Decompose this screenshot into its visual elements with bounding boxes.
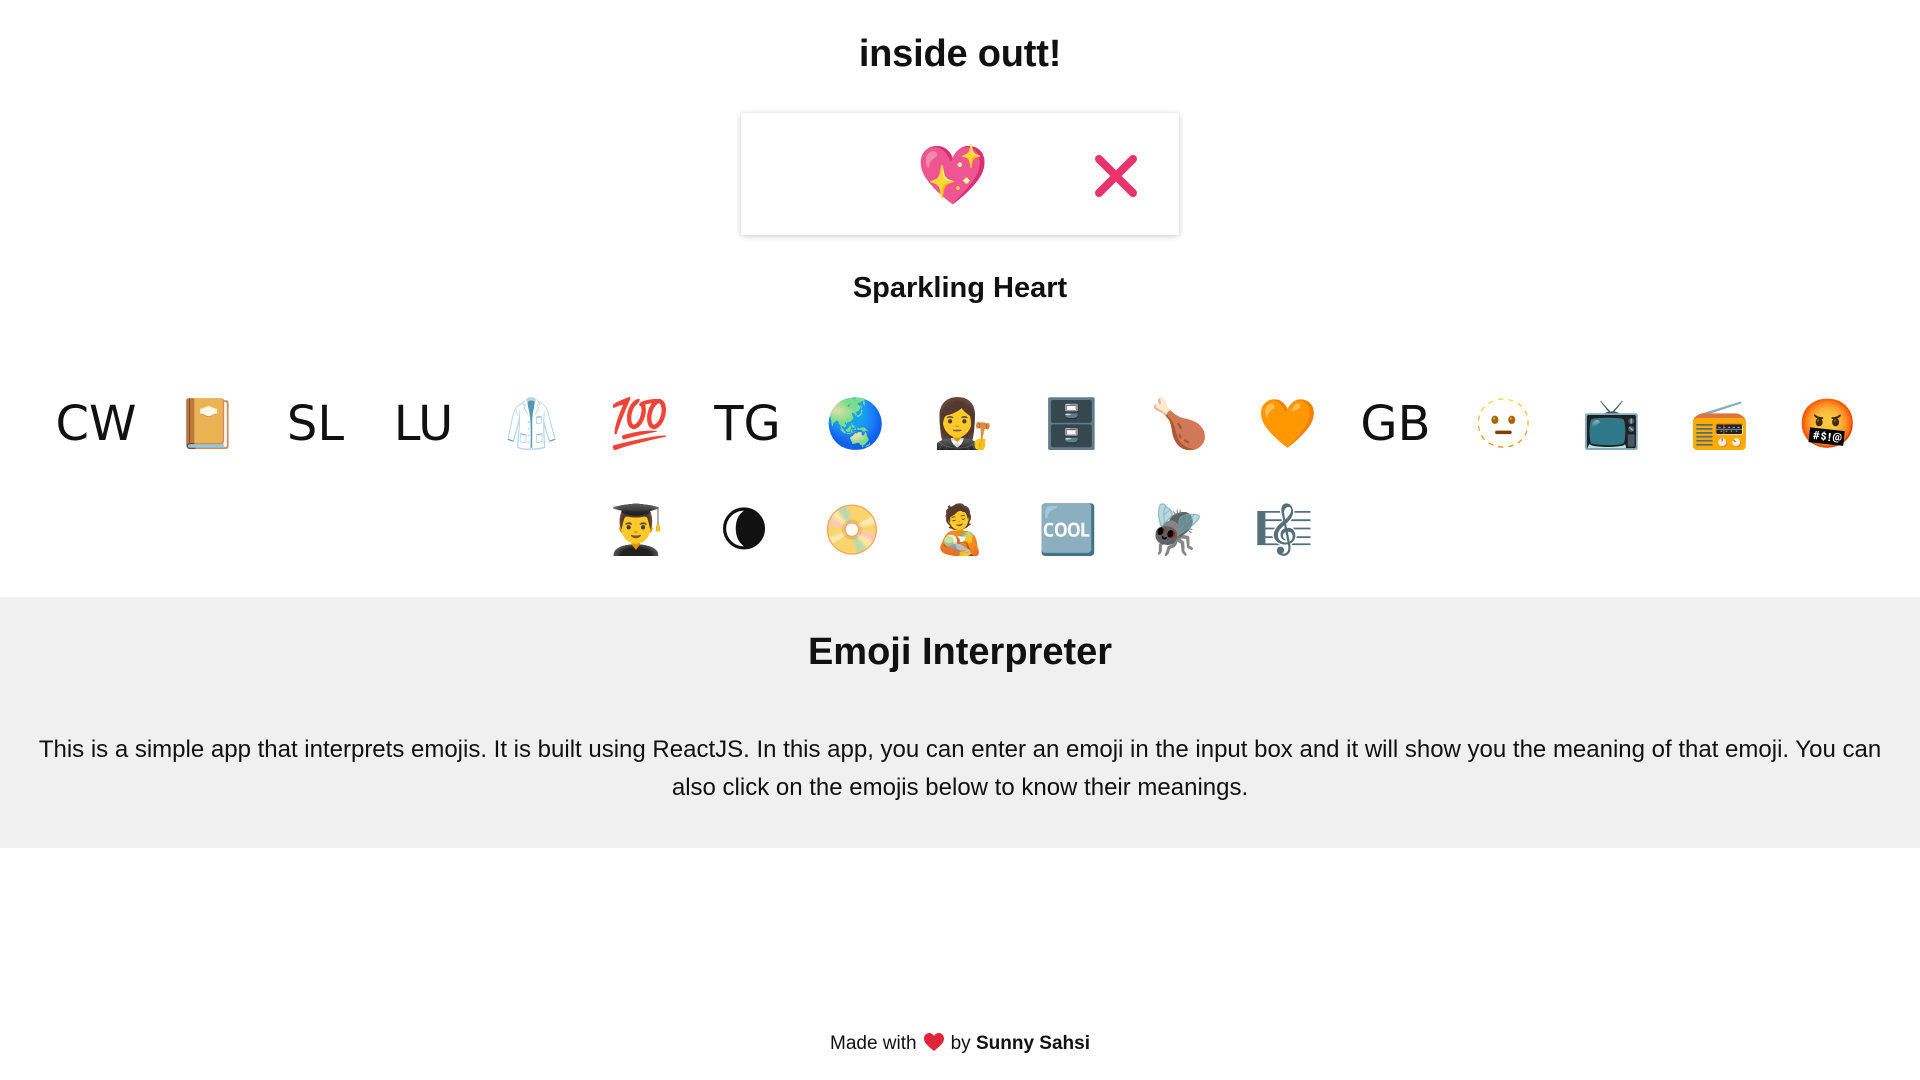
emoji-list-item[interactable]: 👩‍⚖️ bbox=[909, 386, 1017, 462]
emoji-list-item[interactable]: CW bbox=[39, 386, 154, 462]
close-icon bbox=[1095, 155, 1137, 197]
emoji-input-box bbox=[741, 113, 1179, 235]
emoji-list-item[interactable]: 🍗 bbox=[1125, 386, 1233, 462]
page: inside outt! Sparkling Heart CW 📔 SL LU … bbox=[0, 0, 1920, 1080]
footer-made-with: Made with bbox=[830, 1033, 917, 1054]
emoji-list-item[interactable]: 🎼 bbox=[1230, 492, 1338, 568]
emoji-list-item[interactable]: 🧑‍🍼 bbox=[906, 492, 1014, 568]
author-link[interactable]: Sunny Sahsi bbox=[976, 1033, 1090, 1054]
emoji-list-item[interactable]: 📔 bbox=[153, 386, 261, 462]
emoji-list-item[interactable]: 🌏 bbox=[801, 386, 909, 462]
heart-icon bbox=[923, 1032, 945, 1058]
emoji-list-item[interactable]: 🤬 bbox=[1773, 386, 1881, 462]
emoji-list-item[interactable]: TG bbox=[693, 386, 801, 462]
about-section: Emoji Interpreter This is a simple app t… bbox=[0, 597, 1920, 848]
emoji-list-item[interactable]: 💯 bbox=[585, 386, 693, 462]
emoji-list-item[interactable]: 🫥 bbox=[1449, 386, 1557, 462]
footer: Made with by Sunny Sahsi bbox=[0, 1032, 1920, 1058]
emoji-list-item[interactable]: 📻 bbox=[1665, 386, 1773, 462]
emoji-list-item[interactable]: 👨‍🎓 bbox=[582, 492, 690, 568]
emoji-list-item[interactable]: 📺 bbox=[1557, 386, 1665, 462]
emoji-list-item[interactable]: GB bbox=[1341, 386, 1449, 462]
emoji-list-item[interactable]: 🆒 bbox=[1014, 492, 1122, 568]
about-title: Emoji Interpreter bbox=[807, 631, 1113, 673]
emoji-meaning: Sparkling Heart bbox=[852, 272, 1068, 304]
clear-button[interactable] bbox=[1091, 151, 1141, 201]
about-description: This is a simple app that interprets emo… bbox=[38, 736, 1882, 801]
footer-by: by bbox=[950, 1033, 971, 1054]
emoji-list-item[interactable]: 🥼 bbox=[477, 386, 585, 462]
emoji-list-item[interactable]: 📀 bbox=[798, 492, 906, 568]
emoji-list-item[interactable]: 🧡 bbox=[1233, 386, 1341, 462]
emoji-list-item[interactable]: 🗄️ bbox=[1017, 386, 1125, 462]
emoji-list-item[interactable]: 🪰 bbox=[1122, 492, 1230, 568]
emoji-list-item[interactable]: SL bbox=[261, 386, 369, 462]
emoji-list-item[interactable]: 🌘 bbox=[690, 492, 798, 568]
emoji-list-item[interactable]: LU bbox=[369, 386, 477, 462]
page-title: inside outt! bbox=[858, 33, 1062, 75]
emoji-input[interactable] bbox=[891, 137, 1015, 213]
emoji-list: CW 📔 SL LU 🥼 💯 TG 🌏 👩‍⚖️ 🗄️ 🍗 🧡 GB 🫥 📺 📻… bbox=[0, 386, 1920, 568]
